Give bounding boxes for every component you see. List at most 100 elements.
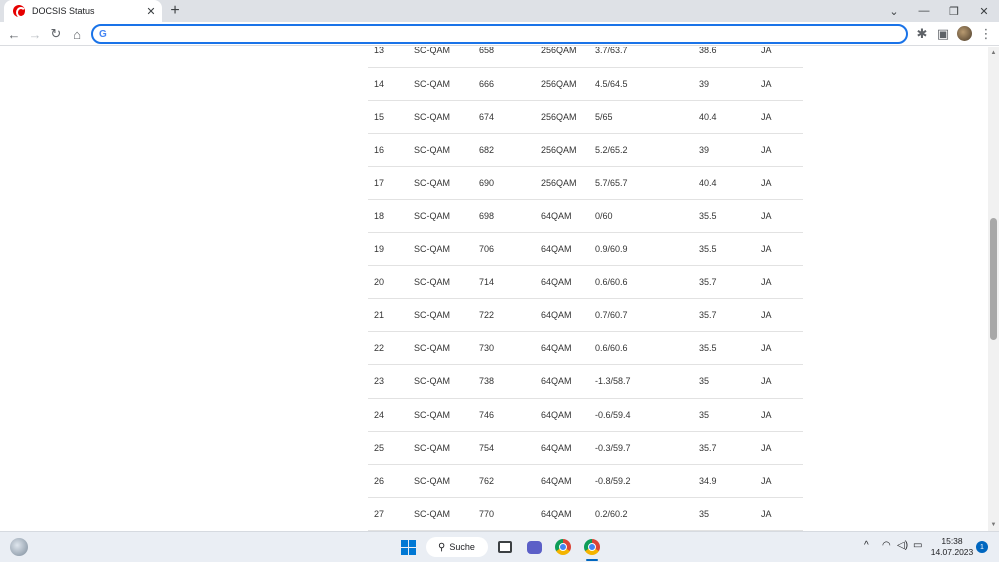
table-row: 26 SC-QAM 762 64QAM -0.8/59.2 34.9 JA — [368, 464, 803, 498]
minimize-button[interactable]: — — [909, 0, 939, 22]
channel-id: 14 — [368, 67, 414, 101]
table-row: 24 SC-QAM 746 64QAM -0.6/59.4 35 JA — [368, 398, 803, 432]
channel-power: 5.2/65.2 — [595, 133, 699, 167]
channel-power: 0.9/60.9 — [595, 232, 699, 267]
channel-type: SC-QAM — [414, 298, 479, 333]
channel-power: 3.7/63.7 — [595, 47, 699, 68]
forward-arrow-icon[interactable]: → — [26, 25, 44, 43]
channel-modulation: 64QAM — [541, 431, 595, 465]
system-clock[interactable]: 15:38 14.07.2023 — [930, 536, 974, 558]
channel-frequency: 722 — [479, 298, 541, 333]
channel-mse: 35.5 — [699, 199, 761, 234]
scroll-up-arrow-icon[interactable]: ▲ — [990, 49, 997, 57]
channel-modulation: 64QAM — [541, 298, 595, 333]
channel-id: 27 — [368, 497, 414, 531]
table-row: 21 SC-QAM 722 64QAM 0.7/60.7 35.7 JA — [368, 298, 803, 333]
notification-badge[interactable]: 1 — [976, 541, 988, 553]
scroll-down-arrow-icon[interactable]: ▼ — [990, 521, 997, 529]
address-bar[interactable]: G — [91, 24, 908, 44]
channel-type: SC-QAM — [414, 166, 479, 200]
channel-modulation: 64QAM — [541, 232, 595, 267]
tab-docsis-status[interactable]: DOCSIS Status ✕ — [4, 0, 162, 22]
channel-type: SC-QAM — [414, 265, 479, 300]
reload-icon[interactable]: ↻ — [47, 25, 65, 43]
vodafone-favicon-icon — [13, 5, 26, 18]
close-window-button[interactable]: ✕ — [969, 0, 999, 22]
channel-id: 17 — [368, 166, 414, 200]
menu-kebab-icon[interactable]: ⋮ — [977, 25, 995, 43]
channel-locked: JA — [761, 364, 803, 399]
channel-locked: JA — [761, 431, 803, 465]
channel-locked: JA — [761, 133, 803, 167]
task-view-icon[interactable] — [495, 537, 515, 557]
table-row: 27 SC-QAM 770 64QAM 0.2/60.2 35 JA — [368, 497, 803, 531]
channel-modulation: 64QAM — [541, 497, 595, 531]
taskbar-search[interactable]: ⚲ Suche — [426, 537, 488, 557]
home-icon[interactable]: ⌂ — [68, 25, 86, 43]
restore-button[interactable]: ❐ — [939, 0, 969, 22]
tray-chevron-icon[interactable]: ^ — [864, 540, 869, 551]
channel-locked: JA — [761, 298, 803, 333]
side-panel-icon[interactable]: ▣ — [934, 25, 952, 43]
channel-id: 26 — [368, 464, 414, 498]
back-arrow-icon[interactable]: ← — [5, 25, 23, 43]
channel-frequency: 738 — [479, 364, 541, 399]
channel-locked: JA — [761, 100, 803, 134]
channel-id: 23 — [368, 364, 414, 399]
teams-chat-icon[interactable] — [524, 537, 544, 557]
channel-id: 19 — [368, 232, 414, 267]
channel-mse: 35 — [699, 497, 761, 531]
page-scrollbar[interactable]: ▲ ▼ — [988, 47, 999, 531]
channel-frequency: 690 — [479, 166, 541, 200]
channel-type: SC-QAM — [414, 47, 479, 68]
page-content: 13 SC-QAM 658 256QAM 3.7/63.7 38.6 JA 14 SC-QAM 6… — [0, 47, 988, 531]
extensions-puzzle-icon[interactable]: ✱ — [913, 25, 931, 43]
channel-type: SC-QAM — [414, 398, 479, 432]
start-windows-icon[interactable] — [398, 537, 418, 557]
channel-frequency: 762 — [479, 464, 541, 498]
channel-mse: 39 — [699, 67, 761, 101]
channel-mse: 35 — [699, 364, 761, 399]
channel-frequency: 682 — [479, 133, 541, 167]
chrome-active-app-icon[interactable] — [582, 537, 602, 557]
channel-type: SC-QAM — [414, 331, 479, 366]
channel-locked: JA — [761, 464, 803, 498]
profile-avatar[interactable] — [957, 26, 972, 41]
channel-type: SC-QAM — [414, 232, 479, 267]
channel-frequency: 674 — [479, 100, 541, 134]
table-row: 18 SC-QAM 698 64QAM 0/60 35.5 JA — [368, 199, 803, 234]
channel-locked: JA — [761, 47, 803, 68]
volume-icon[interactable]: ◁) — [897, 540, 908, 551]
channel-mse: 35.7 — [699, 298, 761, 333]
tab-close-icon[interactable]: ✕ — [143, 3, 159, 19]
channel-frequency: 698 — [479, 199, 541, 234]
scrollbar-thumb[interactable] — [990, 218, 997, 340]
channel-type: SC-QAM — [414, 199, 479, 234]
tab-title: DOCSIS Status — [32, 6, 95, 16]
browser-toolbar: ← → ↻ ⌂ G ✱ ▣ ⋮ — [0, 22, 999, 46]
address-input[interactable] — [111, 28, 906, 40]
channel-locked: JA — [761, 67, 803, 101]
channel-frequency: 730 — [479, 331, 541, 366]
channel-power: 0.6/60.6 — [595, 265, 699, 300]
table-row: 20 SC-QAM 714 64QAM 0.6/60.6 35.7 JA — [368, 265, 803, 300]
channel-mse: 39 — [699, 133, 761, 167]
channel-locked: JA — [761, 166, 803, 200]
battery-icon[interactable]: ▭ — [913, 540, 922, 551]
chrome-app-icon[interactable] — [553, 537, 573, 557]
channel-modulation: 256QAM — [541, 133, 595, 167]
table-row: 14 SC-QAM 666 256QAM 4.5/64.5 39 JA — [368, 67, 803, 101]
channel-locked: JA — [761, 497, 803, 531]
table-row: 17 SC-QAM 690 256QAM 5.7/65.7 40.4 JA — [368, 166, 803, 200]
channel-modulation: 256QAM — [541, 47, 595, 68]
channel-modulation: 64QAM — [541, 265, 595, 300]
wifi-icon[interactable]: ◠ — [882, 540, 891, 551]
tab-search-chevron-icon[interactable]: ⌄ — [879, 0, 909, 22]
channel-power: 5.7/65.7 — [595, 166, 699, 200]
new-tab-button[interactable]: + — [166, 2, 184, 20]
table-row: 13 SC-QAM 658 256QAM 3.7/63.7 38.6 JA — [368, 47, 803, 68]
active-app-indicator — [586, 559, 598, 561]
weather-widget-icon[interactable] — [10, 538, 28, 556]
channel-locked: JA — [761, 331, 803, 366]
search-label: Suche — [449, 542, 475, 552]
